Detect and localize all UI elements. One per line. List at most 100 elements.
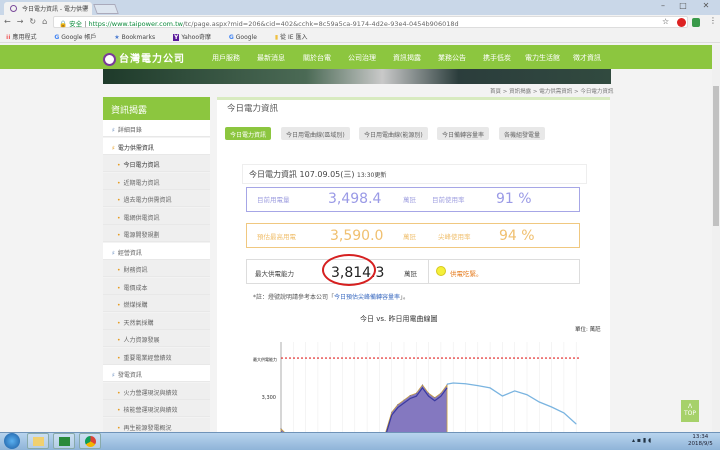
tab-today-info[interactable]: 今日電力資訊 — [225, 127, 272, 140]
star-icon[interactable]: ☆ — [662, 17, 669, 26]
chrome-taskbar-icon[interactable] — [79, 433, 101, 449]
sidebar-item[interactable]: • 電源開發規劃 — [103, 225, 210, 242]
start-button[interactable] — [4, 433, 20, 449]
peak-rate-value: 94 % — [499, 228, 535, 244]
secure-label: 安全 — [69, 20, 83, 28]
home-icon[interactable]: ⌂ — [42, 17, 53, 26]
yesterday-point — [477, 385, 479, 387]
menu-icon[interactable]: ⋮ — [709, 16, 717, 25]
reload-icon[interactable]: ↻ — [29, 17, 42, 26]
today-point — [391, 411, 393, 413]
sidebar-item[interactable]: • 燃煤採購 — [103, 295, 210, 312]
today-point — [280, 428, 282, 430]
sidebar-item[interactable]: ♯ 經營資訊 — [103, 242, 210, 260]
nav-item[interactable]: 關於台電 — [303, 53, 331, 63]
extension-icon[interactable] — [677, 18, 686, 27]
browser-tab[interactable]: 今日電力資訊 - 電力供需 × — [4, 2, 92, 15]
banner-image — [103, 69, 611, 84]
peak-rate-label: 尖峰使用率 — [438, 233, 471, 241]
bookmark-google-account[interactable]: G Google 帳戶 — [54, 34, 104, 41]
sidebar-item[interactable]: ♯ 電力供需資訊 — [103, 137, 210, 155]
apps-bookmark[interactable]: ⁞⁞ 應用程式 — [6, 34, 45, 41]
bookmark-bookmarks[interactable]: ★ Bookmarks — [114, 34, 163, 41]
nav-item[interactable]: 公司治理 — [348, 53, 376, 63]
site-logo[interactable]: 台灣電力公司 — [103, 50, 185, 66]
red-circle-annotation — [322, 254, 376, 286]
breadcrumb: 首頁 > 資訊揭露 > 電力供需資訊 > 今日電力資訊 — [490, 89, 614, 95]
nav-item[interactable]: 徵才資訊 — [573, 53, 601, 63]
excel-taskbar-icon[interactable] — [53, 433, 75, 449]
bullet-icon: • — [117, 389, 121, 397]
lock-icon: 🔒 — [59, 20, 68, 28]
explorer-taskbar-icon[interactable] — [27, 433, 49, 449]
bullet-icon: • — [117, 302, 121, 309]
current-usage-label: 目前用電量 — [257, 196, 290, 204]
sidebar-item[interactable]: ♯ 發電資訊 — [103, 365, 210, 382]
tab-unit-generation[interactable]: 各機組發電量 — [499, 127, 546, 140]
minimize-button[interactable]: – — [655, 1, 671, 12]
sidebar-item[interactable]: • 核能營運現況與績效 — [103, 400, 210, 417]
sidebar-item[interactable]: • 近期電力資訊 — [103, 172, 210, 190]
scrollbar-thumb[interactable] — [713, 86, 719, 226]
sidebar-item[interactable]: • 天然氣採購 — [103, 312, 210, 330]
sidebar-item-label: 今日電力資訊 — [123, 162, 160, 169]
bookmark-yahoo[interactable]: Y Yahoo奇摩 — [173, 34, 219, 41]
nav-item[interactable]: 携手低炭 — [483, 53, 511, 63]
sidebar-item[interactable]: • 電網供電資訊 — [103, 207, 210, 225]
sidebar-item-label: 電網供電資訊 — [123, 214, 160, 222]
sidebar-item[interactable]: • 今日電力資訊 — [103, 155, 210, 172]
sidebar-item-label: 電價成本 — [123, 284, 148, 292]
shield-extension-icon[interactable] — [692, 18, 700, 27]
close-tab-icon[interactable]: × — [84, 4, 89, 11]
new-tab-button[interactable] — [93, 4, 119, 14]
back-icon[interactable]: ← — [4, 17, 17, 26]
yesterday-point — [465, 383, 466, 385]
forward-icon[interactable]: → — [17, 17, 30, 26]
sidebar-item[interactable]: • 人力資源發展 — [103, 330, 210, 347]
bullet-icon: • — [117, 407, 121, 414]
nav-item[interactable]: 資訊揭露 — [393, 53, 421, 63]
back-to-top-button[interactable]: Λ TOP — [681, 400, 699, 422]
sidebar-item[interactable]: • 電價成本 — [103, 277, 210, 295]
bullet-icon: • — [117, 232, 121, 239]
bullet-icon: • — [117, 214, 121, 222]
today-point — [403, 399, 405, 401]
nav-item[interactable]: 用戶服務 — [212, 53, 240, 63]
tab-energy-curve[interactable]: 今日用電曲線(能源別) — [359, 127, 428, 140]
unit-label: 萬瓩 — [403, 196, 416, 204]
chart-title: 今日 vs. 昨日用電曲線圖 — [360, 315, 438, 323]
sidebar-item[interactable]: • 財務資訊 — [103, 260, 210, 277]
sidebar-item-label: 電源開發規劃 — [123, 232, 160, 239]
today-point — [397, 404, 399, 405]
bullet-icon: • — [117, 267, 121, 274]
clock[interactable]: 13:34 2018/9/5 — [688, 434, 713, 448]
tab-title: 今日電力資訊 - 電力供需 — [22, 6, 88, 13]
bookmark-google[interactable]: G Google — [229, 34, 265, 41]
maximize-button[interactable]: □ — [675, 1, 691, 12]
sidebar-title: 資訊揭露 — [103, 97, 210, 120]
bookmark-ie-import[interactable]: ▮ 從 IE 匯入 — [275, 34, 316, 41]
today-point — [409, 395, 411, 396]
reserve-rate-link[interactable]: 今日預估尖峰備轉容量率 — [334, 294, 400, 301]
sidebar-item[interactable]: • 重要電業經營績效 — [103, 347, 210, 365]
sidebar-item-label: 近期電力資訊 — [123, 179, 160, 187]
sidebar-item[interactable]: ♯ 詳細目錄 — [103, 120, 210, 137]
usage-chart: 最大供電能力 3,300 — [253, 342, 581, 440]
nav-item[interactable]: 電力生活館 — [525, 53, 560, 63]
tab-reserve-rate[interactable]: 今日備轉容量率 — [437, 127, 490, 140]
close-window-button[interactable]: ✕ — [698, 1, 714, 12]
nav-item[interactable]: 最新消息 — [257, 53, 285, 63]
yesterday-point — [502, 395, 503, 397]
sidebar-item[interactable]: • 過去電力供需資訊 — [103, 190, 210, 207]
today-point — [440, 392, 442, 394]
tray-icons[interactable]: ▴ ▪ ▮ ◖ — [632, 437, 651, 444]
url-input[interactable]: 🔒 安全 | https://www.taipower.com.tw/tc/pa… — [53, 16, 688, 28]
current-usage-value: 3,498.4 — [328, 191, 382, 207]
sidebar-item[interactable]: • 火力營運現況與績效 — [103, 382, 210, 400]
unit-label: 萬瓩 — [403, 233, 416, 241]
sidebar-item-label: 人力資源發展 — [123, 337, 160, 344]
tab-region-curve[interactable]: 今日用電曲線(區域別) — [281, 127, 350, 140]
nav-item[interactable]: 業務公告 — [438, 53, 466, 63]
page-title: 今日電力資訊 — [227, 104, 279, 114]
today-point — [422, 384, 423, 386]
